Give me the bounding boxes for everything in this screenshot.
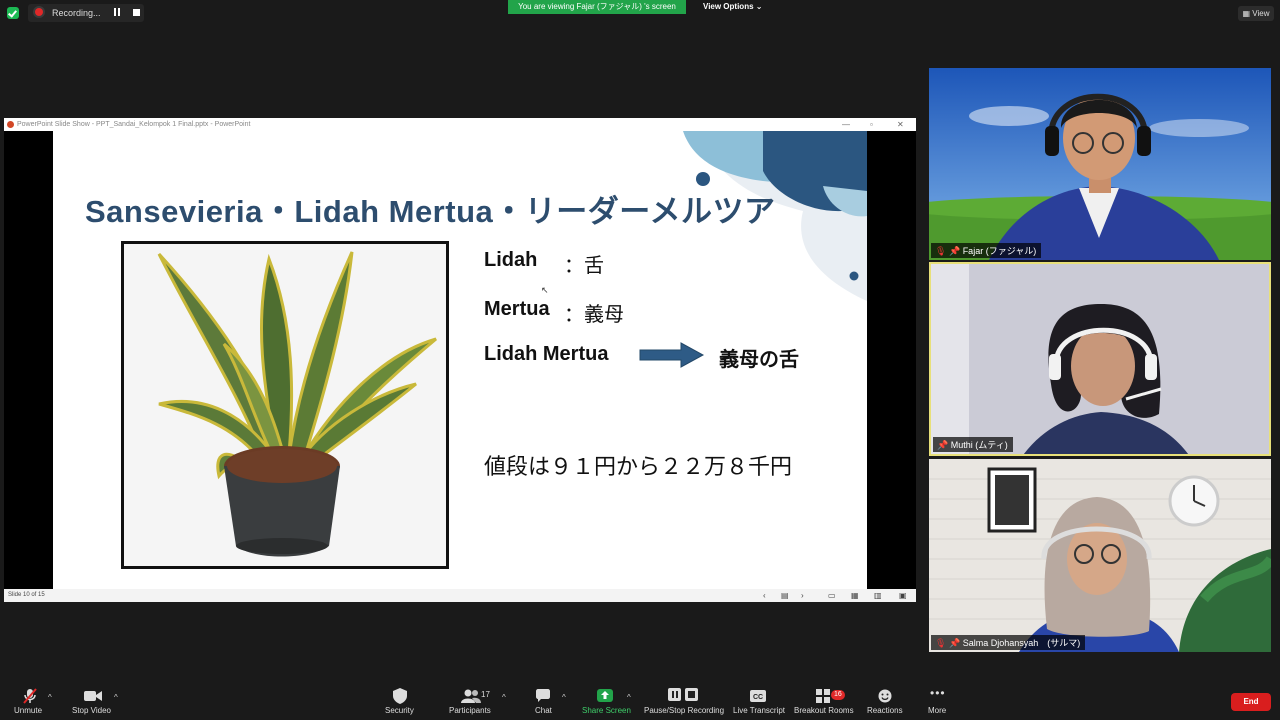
next-slide-icon[interactable]: ›: [801, 589, 804, 602]
term-mertua: Mertua: [484, 298, 550, 320]
mic-muted-icon: [23, 688, 37, 704]
chat-label: Chat: [535, 706, 552, 715]
viewing-screen-banner: You are viewing Fajar (ファジャル) 's screen: [508, 0, 686, 14]
slide-counter: Slide 10 of 15: [8, 592, 45, 598]
reading-view-icon[interactable]: ▥: [874, 589, 882, 602]
security-label: Security: [385, 706, 414, 715]
participant-name-muthi: 📌 Muthi (ムティ): [933, 437, 1013, 452]
recording-label: Recording...: [52, 8, 101, 18]
share-screen-icon: [597, 689, 613, 702]
minimize-icon[interactable]: —: [842, 118, 850, 131]
encryption-shield-icon[interactable]: [7, 7, 19, 19]
participant-name-salma: 🎙 📌 Salma Djohansyah (サルマ): [931, 635, 1086, 650]
view-button[interactable]: ▦ View: [1238, 6, 1274, 21]
closed-caption-icon: CC: [750, 690, 766, 702]
arrow-right-icon: [639, 342, 705, 368]
slideshow-icon[interactable]: ▣: [899, 589, 907, 602]
term-lidah-meaning: ：舌: [564, 255, 604, 277]
ppt-title-bar: PowerPoint Slide Show - PPT_Sandai_Kelom…: [4, 118, 916, 131]
grid-view-icon: ▦: [1242, 9, 1253, 18]
term-lidah: Lidah: [484, 249, 538, 271]
reactions-label: Reactions: [867, 706, 903, 715]
muthi-video-feed: [931, 264, 1269, 454]
shield-icon: [393, 688, 407, 704]
term-mertua-meaning: ：義母: [564, 304, 624, 326]
breakout-rooms-badge: 16: [831, 690, 845, 700]
unmute-label: Unmute: [14, 706, 43, 715]
slide-canvas: Sansevieria・Lidah Mertua・リーダーメルツア Lidah …: [53, 131, 867, 589]
normal-view-icon[interactable]: ▭: [828, 589, 836, 602]
term-lidah-mertua: Lidah Mertua: [484, 343, 609, 365]
breakout-rooms-label: Breakout Rooms: [794, 706, 854, 715]
video-tile-fajar[interactable]: 🎙 📌 Fajar (ファジャル): [929, 68, 1271, 260]
pause-stop-recording-label: Pause/Stop Recording: [644, 706, 725, 715]
prev-slide-icon[interactable]: ‹: [763, 589, 766, 602]
ppt-status-bar: Slide 10 of 15 ‹ ▤ › ▭ ▦ ▥ ▣: [4, 589, 916, 602]
participants-label: Participants: [449, 706, 491, 715]
end-meeting-button[interactable]: End: [1231, 693, 1271, 711]
breakout-rooms-icon: [816, 689, 830, 703]
sansevieria-photo: [121, 241, 449, 569]
stop-recording-icon[interactable]: [133, 9, 140, 16]
share-options-chevron-icon[interactable]: ^: [627, 693, 631, 702]
restore-icon[interactable]: ▫: [870, 118, 873, 131]
term-lidah-mertua-meaning: 義母の舌: [719, 349, 799, 371]
stop-video-label: Stop Video: [72, 706, 111, 715]
audio-options-chevron-icon[interactable]: ^: [48, 693, 52, 702]
live-transcript-label: Live Transcript: [733, 706, 786, 715]
participants-options-chevron-icon[interactable]: ^: [502, 693, 506, 702]
pin-icon: 📌: [948, 638, 961, 648]
fajar-video-feed: [929, 68, 1271, 260]
participants-icon: [461, 689, 481, 703]
mic-muted-icon: 🎙: [935, 638, 947, 648]
participant-name-fajar: 🎙 📌 Fajar (ファジャル): [931, 243, 1042, 258]
pin-icon: 📌: [948, 246, 961, 256]
recording-dot-icon: [35, 8, 43, 16]
more-dots-icon: •••: [930, 686, 946, 700]
mouse-cursor-icon: ↖: [541, 285, 549, 295]
ppt-window-title: PowerPoint Slide Show - PPT_Sandai_Kelom…: [17, 121, 251, 128]
slide-title: Sansevieria・Lidah Mertua・リーダーメルツア: [85, 194, 776, 229]
more-label: More: [928, 706, 947, 715]
close-icon[interactable]: ✕: [897, 118, 904, 131]
participants-count: 17: [481, 690, 490, 699]
mic-muted-icon: 🎙: [935, 246, 947, 256]
video-camera-icon: [84, 691, 102, 701]
chat-bubble-icon: [536, 689, 550, 702]
svg-text:CC: CC: [753, 694, 763, 701]
view-options-button[interactable]: View Options ⌄: [703, 2, 762, 11]
powerpoint-icon: [7, 121, 14, 128]
video-options-chevron-icon[interactable]: ^: [114, 693, 118, 702]
video-tile-muthi[interactable]: 📌 Muthi (ムティ): [929, 262, 1271, 456]
view-options-label: View Options: [703, 2, 754, 11]
chevron-down-icon: ⌄: [755, 2, 763, 11]
pin-icon: 📌: [937, 440, 949, 450]
slide-menu-icon[interactable]: ▤: [781, 589, 789, 602]
video-tile-salma[interactable]: 🎙 📌 Salma Djohansyah (サルマ): [929, 459, 1271, 652]
pause-stop-recording-icon: [668, 688, 698, 701]
price-text: 値段は９１円から２２万８千円: [484, 455, 793, 480]
share-screen-label: Share Screen: [582, 706, 631, 715]
pause-recording-icon[interactable]: [114, 8, 120, 16]
chat-options-chevron-icon[interactable]: ^: [562, 693, 566, 702]
slide-sorter-icon[interactable]: ▦: [851, 589, 859, 602]
salma-video-feed: [929, 459, 1271, 652]
view-button-label: View: [1252, 9, 1270, 18]
smiley-icon: [878, 689, 892, 703]
